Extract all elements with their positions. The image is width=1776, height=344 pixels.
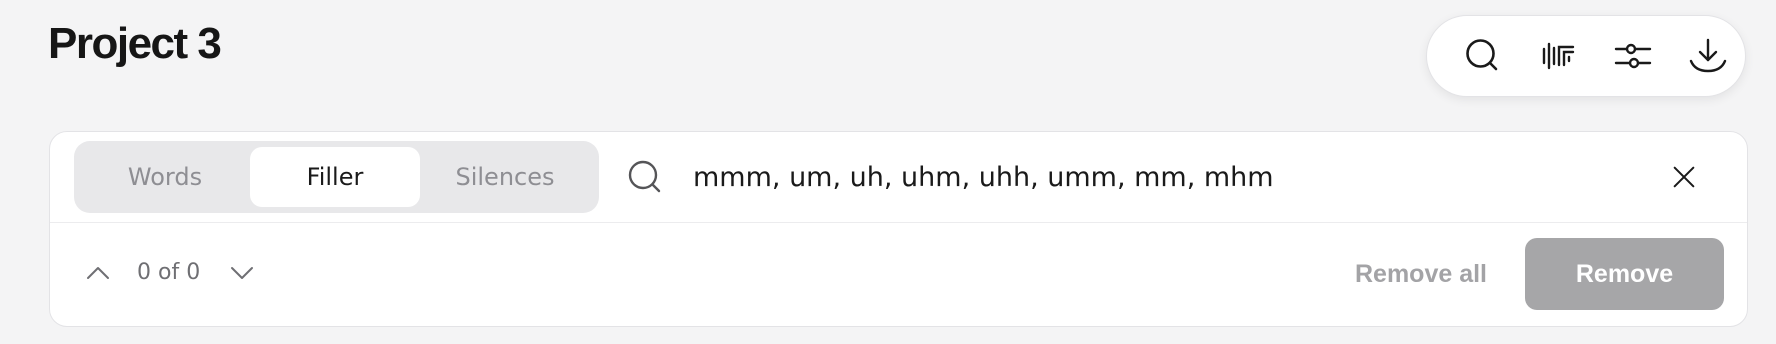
top-toolbar [1426, 15, 1746, 97]
match-counter: 0 of 0 [137, 260, 201, 285]
download-icon [1689, 38, 1726, 73]
page-title: Project 3 [48, 19, 222, 68]
clear-search-button[interactable] [1666, 159, 1702, 195]
chevron-up-icon [87, 267, 109, 279]
remove-all-button[interactable]: Remove all [1355, 241, 1487, 307]
remove-button[interactable]: Remove [1525, 238, 1724, 310]
download-button[interactable] [1670, 26, 1745, 86]
search-button[interactable] [1445, 26, 1520, 86]
tab-words[interactable]: Words [80, 147, 250, 207]
waveform-filter-icon [1542, 42, 1574, 70]
tab-silences[interactable]: Silences [420, 147, 590, 207]
close-icon [1673, 166, 1695, 188]
settings-sliders-button[interactable] [1595, 26, 1670, 86]
filler-detect-button[interactable] [1520, 26, 1595, 86]
chevron-down-icon [231, 267, 253, 279]
sliders-icon [1614, 43, 1651, 69]
mode-segmented-control: Words Filler Silences [74, 141, 599, 213]
next-match-button[interactable] [224, 259, 260, 287]
filler-search-input[interactable] [693, 154, 1593, 200]
search-icon [625, 157, 667, 199]
find-replace-panel: Words Filler Silences 0 of 0 Remove [49, 131, 1748, 327]
tab-filler[interactable]: Filler [250, 147, 420, 207]
find-bar: Words Filler Silences [50, 132, 1747, 223]
previous-match-button[interactable] [80, 259, 116, 287]
search-icon [1465, 39, 1497, 71]
